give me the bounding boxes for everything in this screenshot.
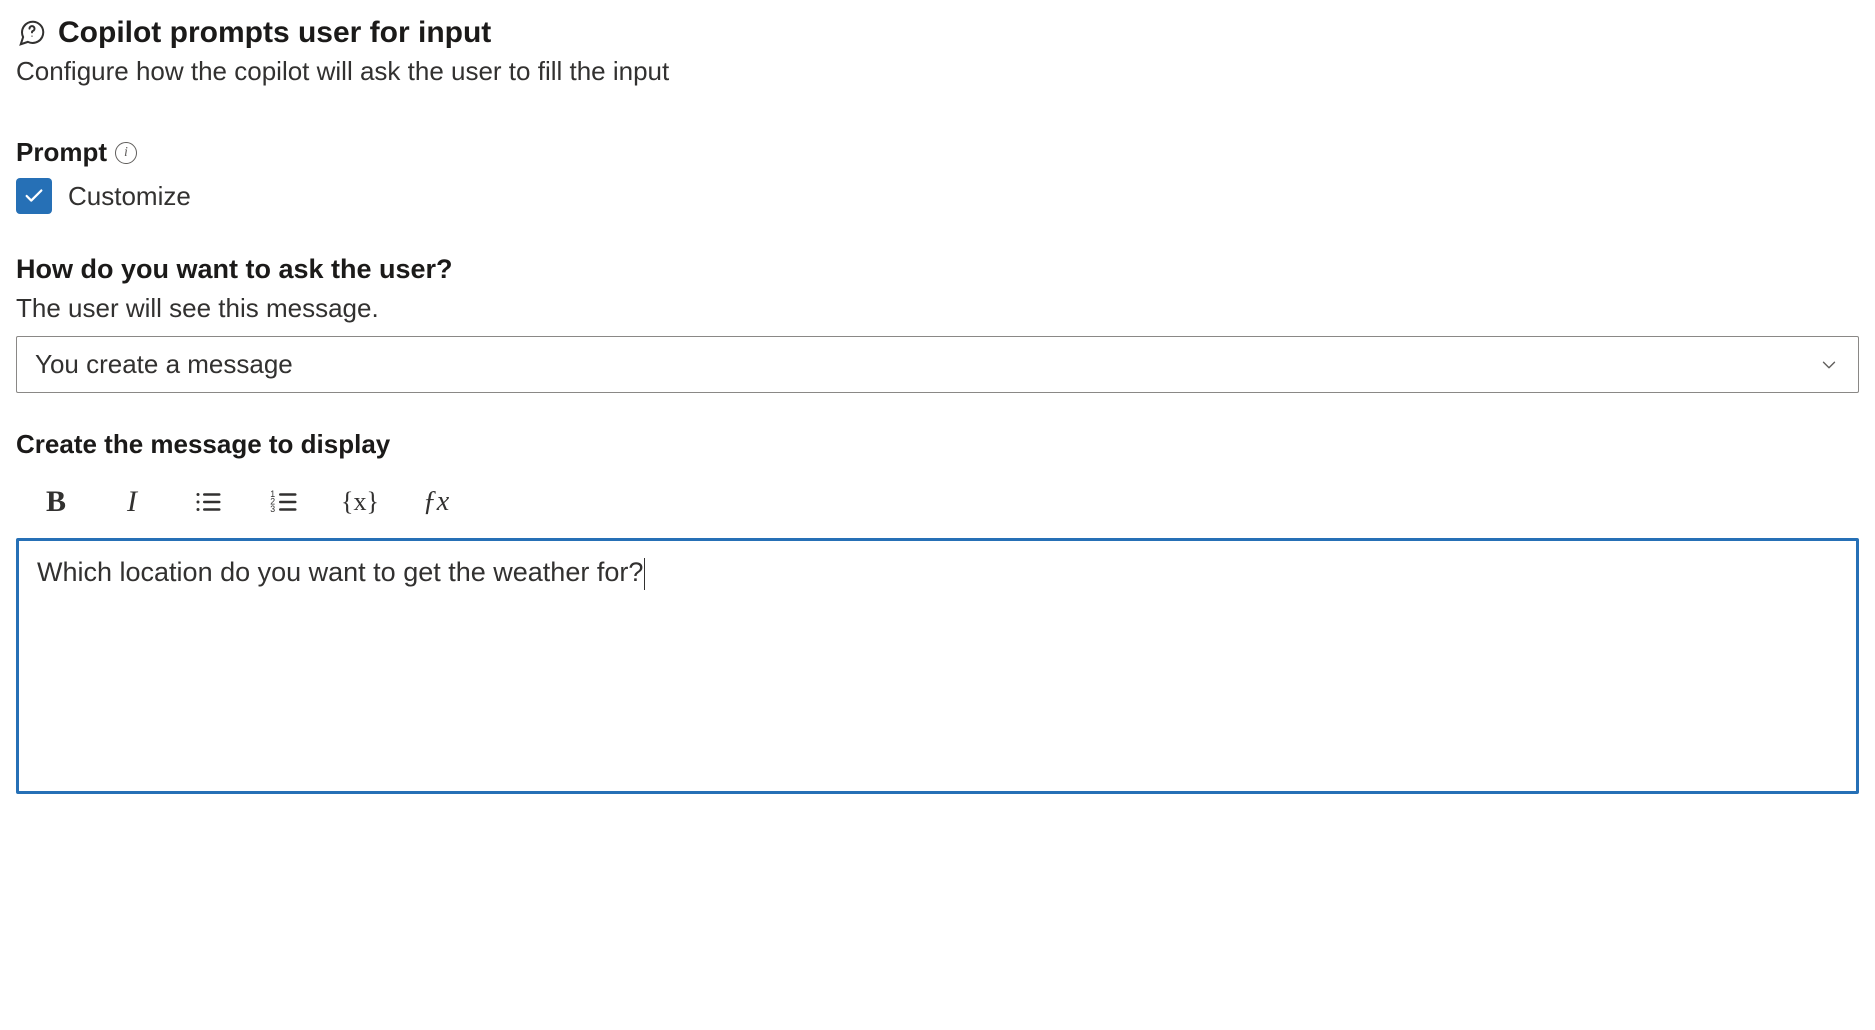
chevron-down-icon [1818, 354, 1840, 376]
customize-label: Customize [68, 181, 191, 212]
svg-text:3: 3 [270, 504, 275, 514]
editor-toolbar: B I 1 2 3 {x} ƒx [16, 484, 1859, 538]
insert-variable-button[interactable]: {x} [342, 484, 378, 520]
chat-question-icon [16, 17, 48, 49]
select-value: You create a message [35, 349, 293, 380]
info-icon[interactable]: i [115, 142, 137, 164]
message-content: Which location do you want to get the we… [37, 557, 643, 587]
question-subtitle: The user will see this message. [16, 293, 1859, 324]
question-title: How do you want to ask the user? [16, 254, 1859, 285]
create-message-label: Create the message to display [16, 429, 1859, 460]
prompt-label-row: Prompt i [16, 137, 1859, 168]
insert-formula-button[interactable]: ƒx [418, 484, 454, 520]
page-title: Copilot prompts user for input [58, 16, 491, 50]
customize-checkbox[interactable] [16, 178, 52, 214]
prompt-label: Prompt [16, 137, 107, 168]
text-cursor [644, 558, 645, 590]
customize-checkbox-row: Customize [16, 178, 1859, 214]
page-subtitle: Configure how the copilot will ask the u… [16, 56, 1859, 87]
message-editor[interactable]: Which location do you want to get the we… [16, 538, 1859, 794]
numbered-list-button[interactable]: 1 2 3 [266, 484, 302, 520]
page-header: Copilot prompts user for input [16, 16, 1859, 50]
bold-button[interactable]: B [38, 484, 74, 520]
italic-button[interactable]: I [114, 484, 150, 520]
bullet-list-button[interactable] [190, 484, 226, 520]
message-mode-select[interactable]: You create a message [16, 336, 1859, 393]
